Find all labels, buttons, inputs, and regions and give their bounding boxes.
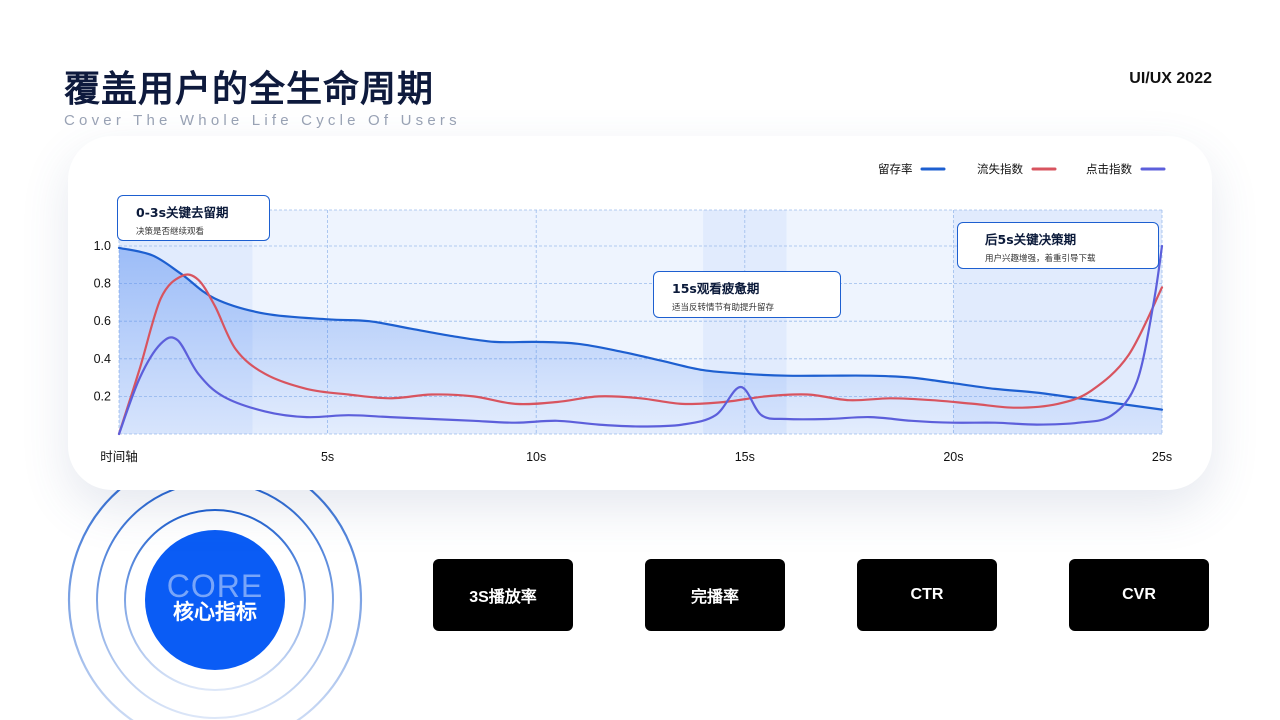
y-tick-label: 0.8 (94, 277, 111, 291)
x-tick-label: 15s (735, 450, 755, 464)
core-label-cn: 核心指标 (173, 600, 257, 624)
annotation-callout-middle: 15s观看疲惫期 适当反转情节有助提升留存 (653, 271, 841, 318)
metric-tile-cvr[interactable]: CVR (1069, 559, 1209, 631)
y-tick-label: 1.0 (94, 239, 111, 253)
annotation-subtitle: 决策是否继续观看 (136, 227, 205, 237)
annotation-callout-start: 0-3s关键去留期 决策是否继续观看 (117, 195, 270, 241)
y-tick-label: 0.2 (94, 389, 111, 403)
x-tick-label: 25s (1152, 450, 1172, 464)
metric-tile-3s-play-rate[interactable]: 3S播放率 (433, 559, 573, 631)
x-tick-label: 10s (526, 450, 546, 464)
chart-card: 0.2 0.4 0.6 0.8 1.0 时间轴 5s 10s 15s 20s 25s 留存率 流失指数 点… (68, 136, 1212, 490)
annotation-subtitle: 适当反转情节有助提升留存 (672, 303, 775, 313)
y-tick-label: 0.6 (94, 314, 111, 328)
legend-label-churn: 流失指数 (977, 162, 1023, 176)
metric-tile-completion-rate[interactable]: 完播率 (645, 559, 785, 631)
core-label: CORE 核心指标 (145, 530, 285, 670)
metric-tile-ctr[interactable]: CTR (857, 559, 997, 631)
x-tick-label: 时间轴 (100, 449, 138, 464)
x-tick-label: 5s (321, 450, 334, 464)
annotation-callout-end: 后5s关键决策期 用户兴趣增强，着重引导下载 (957, 222, 1159, 269)
annotation-title: 15s观看疲惫期 (672, 281, 760, 296)
legend-label-click: 点击指数 (1086, 162, 1132, 176)
x-tick-label: 20s (943, 450, 963, 464)
y-tick-label: 0.4 (94, 352, 111, 366)
annotation-title: 0-3s关键去留期 (136, 205, 229, 220)
annotation-title: 后5s关键决策期 (985, 232, 1077, 247)
annotation-subtitle: 用户兴趣增强，着重引导下载 (985, 254, 1096, 264)
legend-label-retention: 留存率 (878, 162, 913, 176)
lifecycle-chart: 0.2 0.4 0.6 0.8 1.0 时间轴 5s 10s 15s 20s 25s 留存率 流失指数 点… (94, 162, 1172, 464)
